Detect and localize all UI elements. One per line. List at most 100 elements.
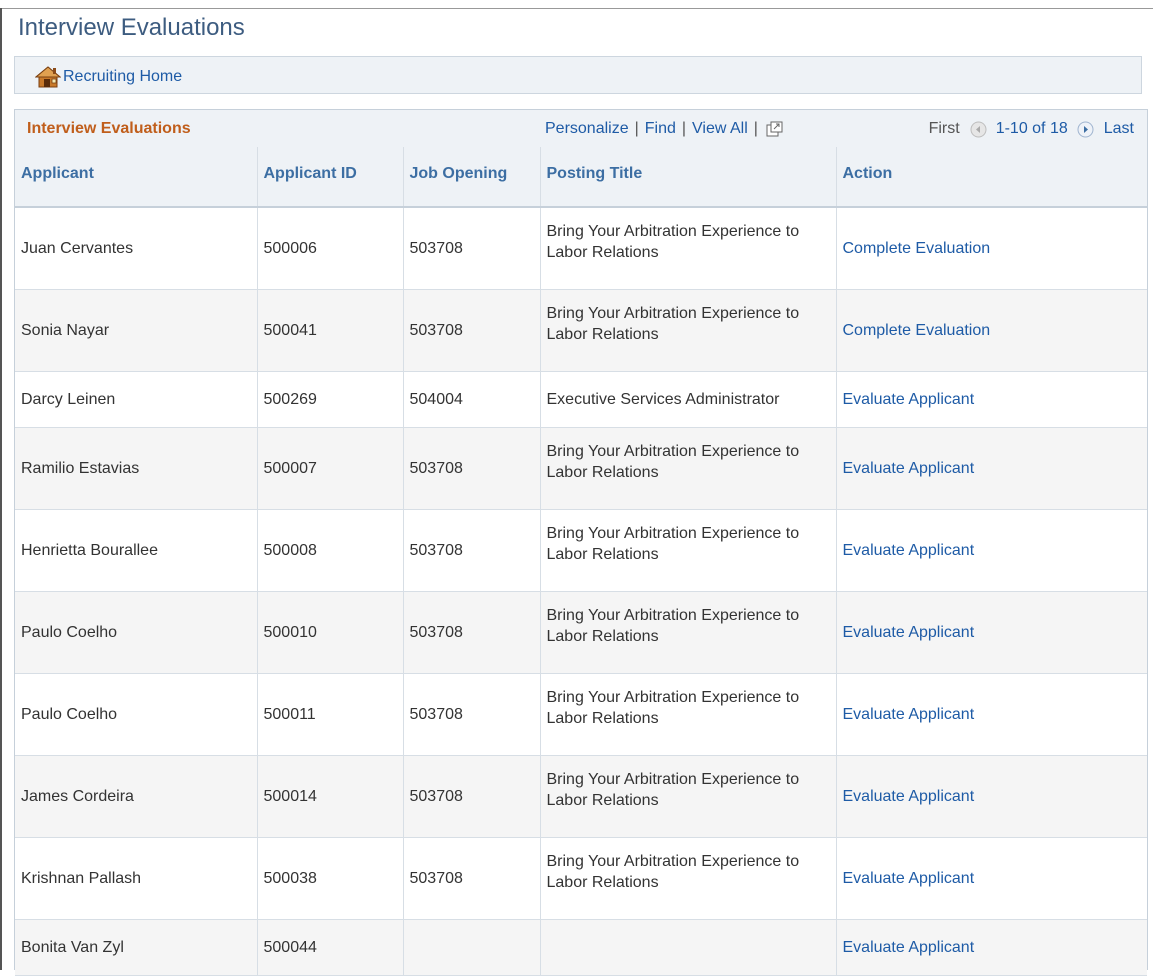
- applicant-cell: Krishnan Pallash: [15, 837, 258, 920]
- column-header-applicant[interactable]: Applicant: [15, 147, 258, 208]
- action-cell: Evaluate Applicant: [836, 673, 1147, 756]
- action-cell: Evaluate Applicant: [836, 371, 1147, 428]
- recruiting-home-link[interactable]: Recruiting Home: [34, 66, 183, 88]
- applicant-id-cell: 500008: [257, 509, 404, 592]
- separator: |: [681, 120, 687, 137]
- job-opening-cell: 503708: [403, 289, 541, 372]
- column-header-posting-title[interactable]: Posting Title: [540, 147, 837, 208]
- posting-title-cell: Bring Your Arbitration Experience to Lab…: [540, 755, 837, 838]
- applicant-id-cell: 500007: [257, 427, 404, 510]
- applicant-cell: Paulo Coelho: [15, 673, 258, 756]
- applicant-cell: Paulo Coelho: [15, 591, 258, 674]
- prev-page-icon[interactable]: [970, 121, 987, 138]
- applicant-cell: Juan Cervantes: [15, 207, 258, 290]
- posting-title-cell: Bring Your Arbitration Experience to Lab…: [540, 427, 837, 510]
- table-header-row: Applicant Applicant ID Job Opening Posti…: [15, 147, 1147, 208]
- action-cell: Evaluate Applicant: [836, 755, 1147, 838]
- applicant-cell: Bonita Van Zyl: [15, 919, 258, 976]
- pager: First 1-10 of 18 Last: [929, 120, 1134, 138]
- job-opening-cell: 503708: [403, 207, 541, 290]
- evaluate-applicant-link[interactable]: Evaluate Applicant: [843, 624, 975, 641]
- evaluate-applicant-link[interactable]: Evaluate Applicant: [843, 939, 975, 956]
- last-page-link[interactable]: Last: [1104, 120, 1134, 138]
- complete-evaluation-link[interactable]: Complete Evaluation: [843, 240, 991, 257]
- applicant-cell: James Cordeira: [15, 755, 258, 838]
- table-row: Paulo Coelho 500011 503708 Bring Your Ar…: [15, 673, 1147, 756]
- separator: |: [634, 120, 639, 137]
- action-cell: Evaluate Applicant: [836, 837, 1147, 920]
- table-row: Henrietta Bourallee 500008 503708 Bring …: [15, 509, 1147, 592]
- applicant-id-cell: 500010: [257, 591, 404, 674]
- job-opening-cell: 503708: [403, 509, 541, 592]
- page-range: 1-10 of 18: [995, 120, 1068, 137]
- posting-title-cell: Bring Your Arbitration Experience to Lab…: [540, 509, 837, 592]
- posting-title-cell: Bring Your Arbitration Experience to Lab…: [540, 673, 837, 756]
- personalize-link[interactable]: Personalize: [545, 120, 629, 138]
- popout-icon[interactable]: [766, 121, 784, 137]
- page-title: Interview Evaluations: [18, 14, 245, 41]
- table-row: Paulo Coelho 500010 503708 Bring Your Ar…: [15, 591, 1147, 674]
- table-row: Darcy Leinen 500269 504004 Executive Ser…: [15, 371, 1147, 428]
- applicant-cell: Sonia Nayar: [15, 289, 258, 372]
- posting-title-cell: Executive Services Administrator: [540, 371, 837, 428]
- action-cell: Complete Evaluation: [836, 289, 1147, 372]
- posting-title-cell: Bring Your Arbitration Experience to Lab…: [540, 591, 837, 674]
- evaluate-applicant-link[interactable]: Evaluate Applicant: [843, 870, 975, 887]
- evaluations-table: Applicant Applicant ID Job Opening Posti…: [15, 147, 1147, 976]
- action-cell: Evaluate Applicant: [836, 427, 1147, 510]
- view-all-link[interactable]: View All: [692, 120, 748, 138]
- action-cell: Complete Evaluation: [836, 207, 1147, 290]
- applicant-id-cell: 500011: [257, 673, 404, 756]
- home-bar: Recruiting Home: [14, 56, 1142, 94]
- table-row: Juan Cervantes 500006 503708 Bring Your …: [15, 207, 1147, 290]
- home-icon: [34, 66, 62, 88]
- posting-title-cell: [540, 919, 837, 976]
- evaluate-applicant-link[interactable]: Evaluate Applicant: [843, 391, 975, 408]
- column-header-action[interactable]: Action: [836, 147, 1147, 208]
- job-opening-cell: 503708: [403, 427, 541, 510]
- job-opening-cell: [403, 919, 541, 976]
- posting-title-cell: Bring Your Arbitration Experience to Lab…: [540, 837, 837, 920]
- frame-top-border: [0, 8, 1153, 9]
- evaluate-applicant-link[interactable]: Evaluate Applicant: [843, 788, 975, 805]
- column-header-applicant-id[interactable]: Applicant ID: [257, 147, 404, 208]
- action-cell: Evaluate Applicant: [836, 591, 1147, 674]
- applicant-id-cell: 500041: [257, 289, 404, 372]
- job-opening-cell: 504004: [403, 371, 541, 428]
- applicant-id-cell: 500006: [257, 207, 404, 290]
- evaluate-applicant-link[interactable]: Evaluate Applicant: [843, 542, 975, 559]
- applicant-cell: Henrietta Bourallee: [15, 509, 258, 592]
- job-opening-cell: 503708: [403, 591, 541, 674]
- grid-title: Interview Evaluations: [27, 120, 191, 137]
- column-header-job-opening[interactable]: Job Opening: [403, 147, 541, 208]
- complete-evaluation-link[interactable]: Complete Evaluation: [843, 322, 991, 339]
- evaluate-applicant-link[interactable]: Evaluate Applicant: [843, 460, 975, 477]
- table-row: Ramilio Estavias 500007 503708 Bring You…: [15, 427, 1147, 510]
- action-cell: Evaluate Applicant: [836, 919, 1147, 976]
- interview-evaluations-grid: Interview Evaluations Personalize | Find…: [14, 109, 1148, 976]
- first-page-label: First: [928, 120, 960, 137]
- table-row: Krishnan Pallash 500038 503708 Bring You…: [15, 837, 1147, 920]
- separator: |: [753, 120, 758, 137]
- recruiting-home-label: Recruiting Home: [63, 68, 183, 85]
- job-opening-cell: 503708: [403, 837, 541, 920]
- applicant-id-cell: 500038: [257, 837, 404, 920]
- next-page-icon[interactable]: [1077, 121, 1094, 138]
- applicant-id-cell: 500014: [257, 755, 404, 838]
- table-row: Sonia Nayar 500041 503708 Bring Your Arb…: [15, 289, 1147, 372]
- frame-left-border: [0, 8, 2, 970]
- posting-title-cell: Bring Your Arbitration Experience to Lab…: [540, 207, 837, 290]
- grid-header: Interview Evaluations Personalize | Find…: [15, 110, 1147, 148]
- job-opening-cell: 503708: [403, 673, 541, 756]
- applicant-cell: Darcy Leinen: [15, 371, 258, 428]
- table-row: James Cordeira 500014 503708 Bring Your …: [15, 755, 1147, 838]
- job-opening-cell: 503708: [403, 755, 541, 838]
- find-link[interactable]: Find: [645, 120, 676, 138]
- applicant-id-cell: 500269: [257, 371, 404, 428]
- applicant-id-cell: 500044: [257, 919, 404, 976]
- action-cell: Evaluate Applicant: [836, 509, 1147, 592]
- applicant-cell: Ramilio Estavias: [15, 427, 258, 510]
- table-row: Bonita Van Zyl 500044 Evaluate Applicant: [15, 919, 1147, 976]
- evaluate-applicant-link[interactable]: Evaluate Applicant: [843, 706, 975, 723]
- posting-title-cell: Bring Your Arbitration Experience to Lab…: [540, 289, 837, 372]
